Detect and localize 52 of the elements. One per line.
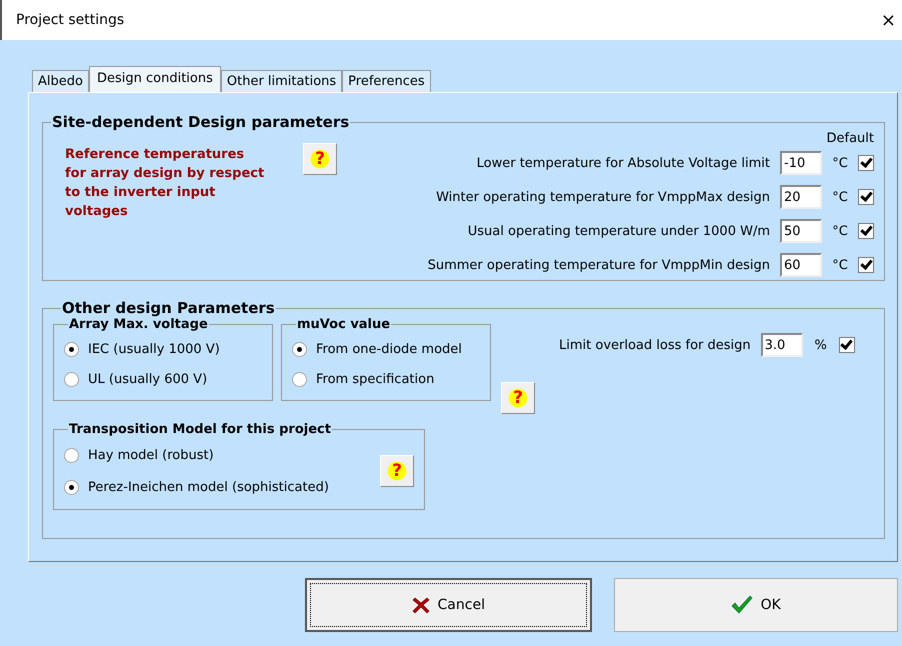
checkbox[interactable] xyxy=(838,337,855,353)
radio-button[interactable] xyxy=(292,372,307,386)
cross-icon xyxy=(412,596,430,614)
unit-label: °C xyxy=(831,156,849,170)
unit-label: °C xyxy=(831,190,849,204)
input-field[interactable]: 20 xyxy=(780,185,822,209)
checkbox[interactable] xyxy=(858,155,874,171)
tab[interactable]: Albedo xyxy=(32,70,89,92)
checkbox[interactable] xyxy=(858,223,874,239)
radio-button[interactable] xyxy=(64,342,79,356)
option-label: From one-diode model xyxy=(316,342,462,356)
option-label: Hay model (robust) xyxy=(88,448,214,462)
help-button[interactable]: ? xyxy=(501,382,535,414)
close-button[interactable]: × xyxy=(880,10,896,30)
help-button[interactable]: ? xyxy=(380,455,414,487)
tab[interactable]: Preferences xyxy=(342,70,431,92)
radio-button[interactable] xyxy=(64,448,79,462)
option-label: From specification xyxy=(316,372,434,386)
unit-label: % xyxy=(813,338,828,352)
unit-label: °C xyxy=(831,258,849,272)
unit-label: °C xyxy=(831,224,849,238)
group-title: Array Max. voltage xyxy=(68,317,209,332)
group-title: muVoc value xyxy=(296,317,392,332)
group-title: Transposition Model for this project xyxy=(68,422,332,437)
checkbox[interactable] xyxy=(858,257,874,273)
ok-button[interactable]: OK xyxy=(614,578,898,632)
check-icon xyxy=(730,595,753,615)
field-label: Winter operating temperature for VmppMax design xyxy=(436,190,770,204)
input-field[interactable]: 60 xyxy=(780,253,822,277)
group-title: Site-dependent Design parameters xyxy=(51,113,350,131)
window-title: Project settings xyxy=(16,12,124,28)
group-title: Other design Parameters xyxy=(61,299,276,317)
help-button[interactable]: ? xyxy=(303,143,337,175)
option-label: Perez-Ineichen model (sophisticated) xyxy=(88,480,329,494)
tab[interactable]: Other limitations xyxy=(220,70,342,92)
option-label: IEC (usually 1000 V) xyxy=(88,342,220,356)
info-text: Reference temperatures for array design by respect to the inverter input voltages xyxy=(65,146,265,221)
input-field[interactable]: 3.0 xyxy=(760,333,803,357)
input-field[interactable]: 50 xyxy=(780,219,822,243)
checkbox[interactable] xyxy=(858,189,874,205)
field-label: Limit overload loss for design xyxy=(559,338,751,352)
field-label: Lower temperature for Absolute Voltage limit xyxy=(476,156,770,170)
option-label: UL (usually 600 V) xyxy=(88,372,208,386)
radio-button[interactable] xyxy=(64,372,79,386)
tab[interactable]: Design conditions xyxy=(88,66,221,92)
radio-button[interactable] xyxy=(292,342,307,356)
column-heading: Default xyxy=(826,131,874,146)
field-label: Summer operating temperature for VmppMin design xyxy=(428,258,770,272)
input-field[interactable]: -10 xyxy=(780,151,822,175)
radio-button[interactable] xyxy=(64,480,79,494)
field-label: Usual operating temperature under 1000 W/m xyxy=(468,224,770,238)
cancel-button[interactable]: Cancel xyxy=(305,578,592,632)
